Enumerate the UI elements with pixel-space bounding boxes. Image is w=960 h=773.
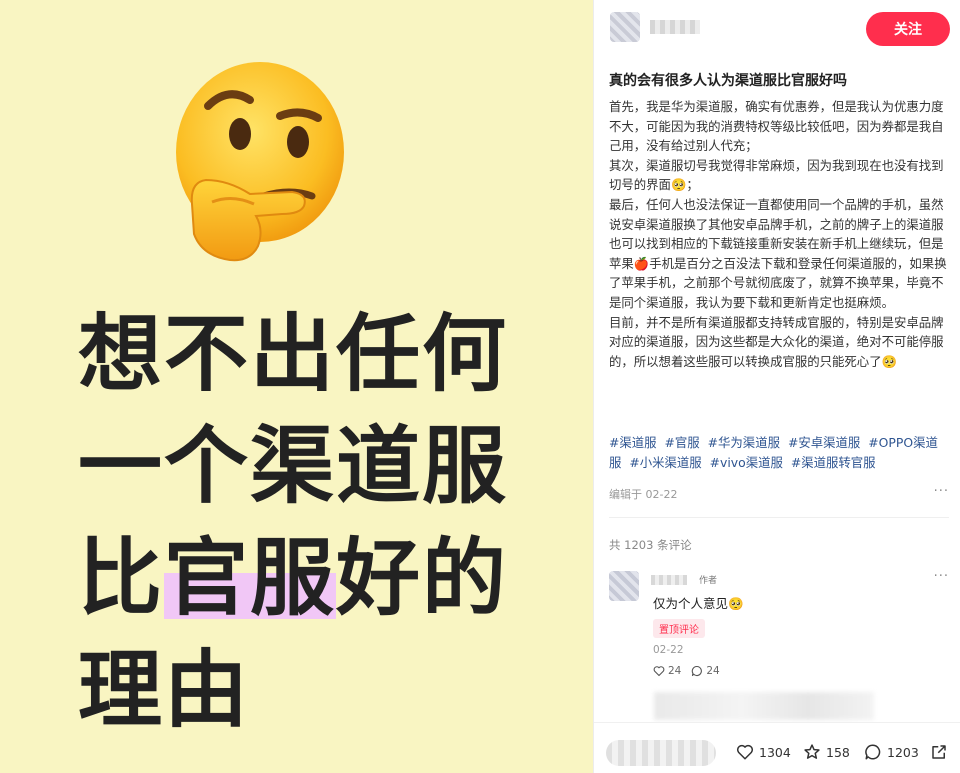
comment-bubble-icon bbox=[865, 744, 881, 760]
hashtag-link[interactable]: #安卓渠道服 bbox=[788, 435, 860, 450]
comment-reply-count: 24 bbox=[706, 665, 720, 677]
thinking-face-icon bbox=[176, 62, 344, 262]
hashtag-link[interactable]: #vivo渠道服 bbox=[710, 455, 783, 470]
cover-caption: 想不出任何 一个渠道服 比官服好的 理由 bbox=[78, 298, 508, 746]
cover-line-1: 想不出任何 bbox=[78, 305, 509, 403]
commenter-name[interactable] bbox=[651, 575, 687, 585]
star-icon bbox=[804, 744, 820, 759]
hashtag-link[interactable]: #官服 bbox=[665, 435, 700, 450]
commenter-avatar[interactable] bbox=[609, 571, 639, 601]
post-body: 首先，我是华为渠道服，确实有优惠券，但是我认为优惠力度不大，可能因为我的消费特权… bbox=[609, 97, 952, 371]
comment-reply-button[interactable]: 24 bbox=[691, 665, 720, 677]
post-paragraph: 其次，渠道服切号我觉得非常麻烦，因为我到现在也没有找到切号的界面🥺； bbox=[609, 157, 944, 193]
cover-line-3: 比官服好的 bbox=[78, 522, 508, 634]
author-badge: 作者 bbox=[699, 576, 718, 586]
blurred-reply-preview bbox=[654, 692, 874, 720]
comment-input[interactable] bbox=[606, 740, 716, 766]
heart-icon bbox=[736, 744, 754, 760]
cover-line-3-pre: 比 bbox=[78, 529, 165, 627]
share-button[interactable] bbox=[930, 743, 948, 761]
post-header: 关注 bbox=[594, 0, 960, 60]
comment-date: 02-22 bbox=[653, 644, 684, 656]
divider bbox=[609, 517, 949, 518]
star-button[interactable]: 158 bbox=[803, 743, 850, 761]
post-detail-panel: 关注 真的会有很多人认为渠道服比官服好吗 首先，我是华为渠道服，确实有优惠券，但… bbox=[593, 0, 960, 773]
hashtag-link[interactable]: #小米渠道服 bbox=[629, 455, 701, 470]
comment-like-count: 24 bbox=[668, 665, 682, 677]
post-paragraph: 首先，我是华为渠道服，确实有优惠券，但是我认为优惠力度不大，可能因为我的消费特权… bbox=[609, 99, 944, 154]
follow-button[interactable]: 关注 bbox=[866, 12, 950, 46]
comment-count: 共 1203 条评论 bbox=[609, 538, 692, 552]
cover-highlight: 官服 bbox=[164, 529, 337, 627]
post-tags: #渠道服 #官服 #华为渠道服 #安卓渠道服 #OPPO渠道服 #小米渠道服 #… bbox=[609, 433, 954, 472]
like-count: 1304 bbox=[759, 744, 791, 760]
comment-like-button[interactable]: 24 bbox=[653, 665, 681, 677]
comment-bubble-icon bbox=[692, 665, 703, 677]
comment-count-bottom: 1203 bbox=[887, 744, 919, 760]
comment-button[interactable]: 1203 bbox=[864, 743, 919, 761]
like-button[interactable]: 1304 bbox=[736, 743, 791, 761]
post-paragraph: 目前，并不是所有渠道服都支持转成官服的，特别是安卓品牌对应的渠道服，因为这些都是… bbox=[609, 314, 944, 369]
hashtag-link[interactable]: #渠道服转官服 bbox=[791, 455, 876, 470]
post-paragraph: 最后，任何人也没法保证一直都使用同一个品牌的手机，虽然说安卓渠道服换了其他安卓品… bbox=[609, 196, 947, 310]
star-count: 158 bbox=[826, 744, 850, 760]
bottom-action-bar: 1304 158 1203 bbox=[594, 722, 960, 773]
comment-text: 仅为个人意见🥺 bbox=[653, 596, 744, 611]
post-more-icon[interactable]: ··· bbox=[934, 484, 949, 499]
edited-date: 编辑于 02-22 bbox=[609, 488, 678, 501]
pinned-badge: 置顶评论 bbox=[653, 619, 705, 638]
post-meta-row: 编辑于 02-22 ··· bbox=[609, 484, 949, 502]
comment-actions: 24 24 bbox=[653, 665, 720, 677]
hashtag-link[interactable]: #华为渠道服 bbox=[708, 435, 780, 450]
hashtag-link[interactable]: #渠道服 bbox=[609, 435, 657, 450]
cover-line-3-post: 好的 bbox=[336, 529, 509, 627]
comment-item: 作者 ··· 仅为个人意见🥺 置顶评论 02-22 24 24 bbox=[609, 567, 949, 697]
heart-icon bbox=[653, 666, 665, 677]
cover-line-2: 一个渠道服 bbox=[78, 417, 509, 515]
post-title: 真的会有很多人认为渠道服比官服好吗 bbox=[609, 73, 847, 89]
comment-more-icon[interactable]: ··· bbox=[934, 569, 949, 584]
post-cover-image[interactable]: 想不出任何 一个渠道服 比官服好的 理由 bbox=[0, 0, 593, 773]
author-avatar[interactable] bbox=[610, 12, 640, 42]
author-name[interactable] bbox=[650, 20, 700, 34]
share-icon bbox=[932, 745, 946, 759]
cover-line-4: 理由 bbox=[78, 641, 251, 739]
